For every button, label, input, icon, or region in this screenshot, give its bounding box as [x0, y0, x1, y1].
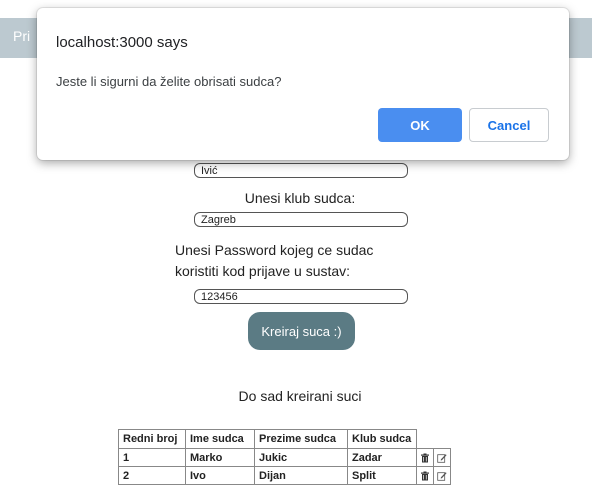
club-label: Unesi klub sudca:	[244, 190, 356, 206]
row-name: Ivo	[185, 466, 255, 485]
judges-section-title: Do sad kreirani suci	[238, 388, 362, 404]
club-input[interactable]	[194, 212, 408, 227]
table-row: 2 Ivo Dijan Split	[118, 466, 451, 485]
trash-icon	[421, 453, 429, 463]
header-redni-broj: Redni broj	[118, 429, 186, 449]
row-surname: Dijan	[254, 466, 348, 485]
navbar-brand[interactable]: Pri	[13, 28, 30, 44]
cancel-button[interactable]: Cancel	[469, 108, 549, 142]
header-prezime-sudca: Prezime sudca	[254, 429, 348, 449]
row-club: Zadar	[347, 448, 417, 467]
password-label-line1: Unesi Password kojeg ce sudac	[175, 242, 374, 258]
judges-table: Redni broj Ime sudca Prezime sudca Klub …	[118, 429, 451, 485]
row-num: 1	[118, 448, 186, 467]
header-ime-sudca: Ime sudca	[185, 429, 255, 449]
delete-button[interactable]	[416, 466, 434, 485]
delete-button[interactable]	[416, 448, 434, 467]
row-num: 2	[118, 466, 186, 485]
surname-input[interactable]	[194, 163, 408, 178]
table-row: 1 Marko Jukic Zadar	[118, 448, 451, 467]
confirm-dialog: localhost:3000 says Jeste li sigurni da …	[37, 8, 569, 160]
row-name: Marko	[185, 448, 255, 467]
password-label-line2: koristiti kod prijave u sustav:	[175, 263, 351, 279]
dialog-message: Jeste li sigurni da želite obrisati sudc…	[56, 74, 282, 89]
password-input[interactable]	[194, 289, 408, 304]
row-club: Split	[347, 466, 417, 485]
create-judge-button[interactable]: Kreiraj suca :)	[248, 312, 355, 350]
edit-button[interactable]	[433, 466, 451, 485]
ok-button[interactable]: OK	[378, 108, 462, 142]
row-surname: Jukic	[254, 448, 348, 467]
table-header-row: Redni broj Ime sudca Prezime sudca Klub …	[118, 429, 451, 449]
edit-button[interactable]	[433, 448, 451, 467]
edit-icon	[437, 453, 447, 463]
password-label: Unesi Password kojeg ce sudac koristiti …	[175, 240, 435, 282]
trash-icon	[421, 471, 429, 481]
dialog-title: localhost:3000 says	[56, 34, 188, 51]
edit-icon	[437, 471, 447, 481]
header-klub-sudca: Klub sudca	[347, 429, 417, 449]
